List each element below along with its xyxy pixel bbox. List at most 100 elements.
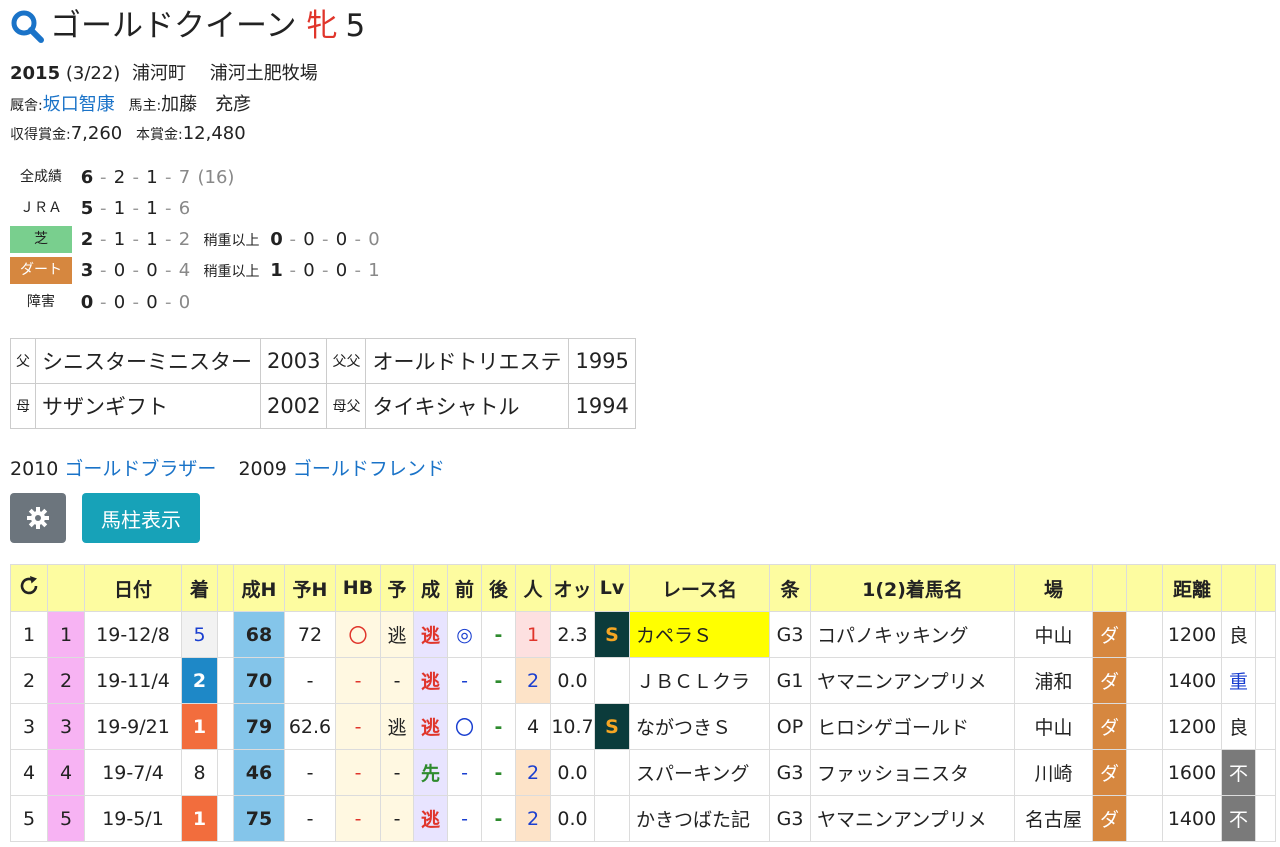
table-row: 2 2 19-11/4 2 70 - - - 逃 - - 2 0.0 ＪＢＣＬク… bbox=[10, 657, 1276, 704]
record-2nd: 1 bbox=[113, 198, 126, 219]
level-badge bbox=[594, 657, 630, 704]
stable-label: 厩舎: bbox=[10, 98, 43, 114]
search-icon[interactable] bbox=[10, 9, 44, 43]
record-3rd: 0 bbox=[146, 292, 158, 313]
race-name-link[interactable]: スパーキング bbox=[629, 749, 770, 796]
col-header-odds[interactable]: オッ bbox=[550, 564, 595, 612]
ato-mark: - bbox=[481, 611, 516, 658]
sei-style: 逃 bbox=[413, 657, 448, 704]
owner-label: 馬主: bbox=[128, 98, 162, 114]
col-header-yoh[interactable]: 予H bbox=[284, 564, 336, 612]
col-header-seih[interactable]: 成H bbox=[233, 564, 285, 612]
birth-line: 2015 (3/22) 浦河町 浦河土肥牧場 bbox=[10, 59, 318, 85]
col-header-pop[interactable]: 人 bbox=[515, 564, 551, 612]
yo-h: - bbox=[284, 749, 336, 796]
col-header bbox=[1221, 564, 1256, 612]
heavy-out: 0 bbox=[368, 229, 380, 250]
finish-rank: 1 bbox=[181, 795, 218, 842]
track-condition: 良 bbox=[1221, 611, 1256, 658]
spacer-cell bbox=[1126, 795, 1163, 842]
venue: 浦和 bbox=[1014, 657, 1093, 704]
record-win: 2 bbox=[80, 229, 94, 250]
col-header-venue[interactable]: 場 bbox=[1014, 564, 1093, 612]
yo-style: 逃 bbox=[380, 703, 414, 750]
dam-sire-year: 1994 bbox=[568, 383, 636, 429]
venue: 中山 bbox=[1014, 611, 1093, 658]
spacer-cell bbox=[1126, 657, 1163, 704]
row-no2: 1 bbox=[47, 611, 85, 658]
spacer-cell bbox=[217, 657, 234, 704]
winner-name[interactable]: ヤマニンアンプリメ bbox=[810, 795, 1015, 842]
sire-year: 2003 bbox=[259, 338, 328, 384]
record-label: 障害 bbox=[27, 294, 55, 310]
record-win: 5 bbox=[80, 198, 94, 219]
col-header-ato[interactable]: 後 bbox=[481, 564, 516, 612]
yo-style: - bbox=[380, 657, 414, 704]
level-badge: S bbox=[594, 703, 630, 750]
winner-name[interactable]: ファッショニスタ bbox=[810, 749, 1015, 796]
race-grade: G3 bbox=[769, 795, 811, 842]
mae-mark: - bbox=[447, 749, 482, 796]
sire-sire-year: 1995 bbox=[568, 338, 636, 384]
col-header-winner[interactable]: 1(2)着馬名 bbox=[810, 564, 1015, 612]
col-header-rank[interactable]: 着 bbox=[181, 564, 218, 612]
winner-name[interactable]: ヤマニンアンプリメ bbox=[810, 657, 1015, 704]
col-header-race[interactable]: レース名 bbox=[629, 564, 770, 612]
shutoku-label: 収得賞金: bbox=[10, 127, 71, 143]
heavy-3rd: 0 bbox=[335, 229, 348, 250]
odds: 0.0 bbox=[550, 795, 595, 842]
col-header-mae[interactable]: 前 bbox=[447, 564, 482, 612]
winner-name[interactable]: コパノキッキング bbox=[810, 611, 1015, 658]
race-name-link[interactable]: ながつきＳ bbox=[629, 703, 770, 750]
siblings-line: 2010 ゴールドブラザー 2009 ゴールドフレンド bbox=[10, 454, 445, 481]
record-out: 6 bbox=[178, 198, 191, 219]
level-badge bbox=[594, 749, 630, 796]
heavy-label: 稍重以上 bbox=[203, 263, 260, 280]
race-date: 19-5/1 bbox=[84, 795, 182, 842]
odds: 10.7 bbox=[550, 703, 595, 750]
col-header-lv[interactable]: Lv bbox=[594, 564, 630, 612]
staff-line: 厩舎:坂口智康 馬主:加藤 充彦 bbox=[10, 90, 251, 116]
dam-sire-label: 母父 bbox=[326, 383, 367, 429]
level-badge bbox=[594, 795, 630, 842]
earnings-line: 収得賞金:7,260 本賞金:12,480 bbox=[10, 123, 246, 144]
record-label: 全成績 bbox=[20, 169, 62, 185]
turf-label: 芝 bbox=[10, 226, 72, 253]
reload-header[interactable] bbox=[10, 564, 48, 612]
winner-name[interactable]: ヒロシゲゴールド bbox=[810, 703, 1015, 750]
col-header-yo[interactable]: 予 bbox=[380, 564, 414, 612]
hon-value: 12,480 bbox=[182, 123, 246, 144]
spacer-cell bbox=[217, 611, 234, 658]
col-header-grade[interactable]: 条 bbox=[769, 564, 811, 612]
row-no2: 4 bbox=[47, 749, 85, 796]
hb-mark: - bbox=[335, 795, 381, 842]
race-name-link[interactable]: カペラＳ bbox=[629, 611, 770, 658]
settings-button[interactable] bbox=[10, 493, 66, 543]
col-header-date[interactable]: 日付 bbox=[84, 564, 182, 612]
col-header-hb[interactable]: HB bbox=[335, 564, 381, 612]
sibling-link[interactable]: ゴールドブラザー bbox=[64, 458, 216, 480]
race-name-link[interactable]: かきつばた記 bbox=[629, 795, 770, 842]
horse-sex: 牝 bbox=[306, 8, 338, 44]
finish-rank: 5 bbox=[181, 611, 218, 658]
race-name-link[interactable]: ＪＢＣＬクラ bbox=[629, 657, 770, 704]
popularity: 4 bbox=[515, 703, 551, 750]
table-row: 5 5 19-5/1 1 75 - - - 逃 - - 2 0.0 かきつばた記… bbox=[10, 795, 1276, 842]
sibling-link[interactable]: ゴールドフレンド bbox=[293, 458, 445, 480]
odds: 2.3 bbox=[550, 611, 595, 658]
reload-icon[interactable] bbox=[18, 575, 40, 597]
sei-style: 逃 bbox=[413, 611, 448, 658]
gear-icon bbox=[27, 507, 49, 529]
trainer-link[interactable]: 坂口智康 bbox=[43, 94, 115, 115]
record-2nd: 2 bbox=[113, 167, 126, 188]
col-header-sei[interactable]: 成 bbox=[413, 564, 448, 612]
horse-age: 5 bbox=[345, 8, 366, 44]
mae-mark: - bbox=[447, 795, 482, 842]
yo-h: - bbox=[284, 795, 336, 842]
spacer-cell bbox=[1255, 703, 1276, 750]
finish-rank: 1 bbox=[181, 703, 218, 750]
sibling-year: 2010 bbox=[10, 458, 59, 480]
dam-sire-name: タイキシャトル bbox=[365, 383, 570, 429]
umabashira-button[interactable]: 馬柱表示 bbox=[82, 493, 200, 543]
col-header-dist[interactable]: 距離 bbox=[1162, 564, 1222, 612]
